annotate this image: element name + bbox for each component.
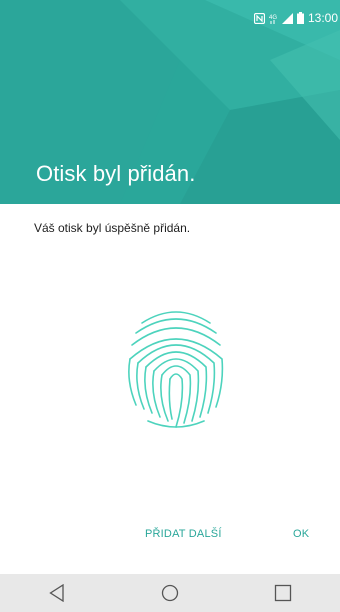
nfc-icon <box>253 12 265 24</box>
battery-icon <box>296 12 304 24</box>
status-bar: 4G 13:00 <box>253 10 340 26</box>
back-triangle-icon[interactable] <box>27 574 87 612</box>
navigation-bar <box>0 574 340 612</box>
signal-icon <box>281 12 293 24</box>
recents-square-icon[interactable] <box>253 574 313 612</box>
svg-text:4G: 4G <box>269 15 277 21</box>
ok-button[interactable]: OK <box>293 528 309 540</box>
home-circle-icon[interactable] <box>140 574 200 612</box>
fingerprint-icon <box>124 303 228 431</box>
lte-icon: 4G <box>269 13 278 24</box>
page-title: Otisk byl přidán. <box>36 161 196 186</box>
status-time: 13:00 <box>307 11 338 25</box>
success-message: Váš otisk byl úspěšně přidán. <box>34 221 191 235</box>
header-banner: 4G 13:00 Otisk byl přidán. <box>0 0 340 204</box>
add-another-button[interactable]: PŘIDAT DALŠÍ <box>145 528 222 540</box>
